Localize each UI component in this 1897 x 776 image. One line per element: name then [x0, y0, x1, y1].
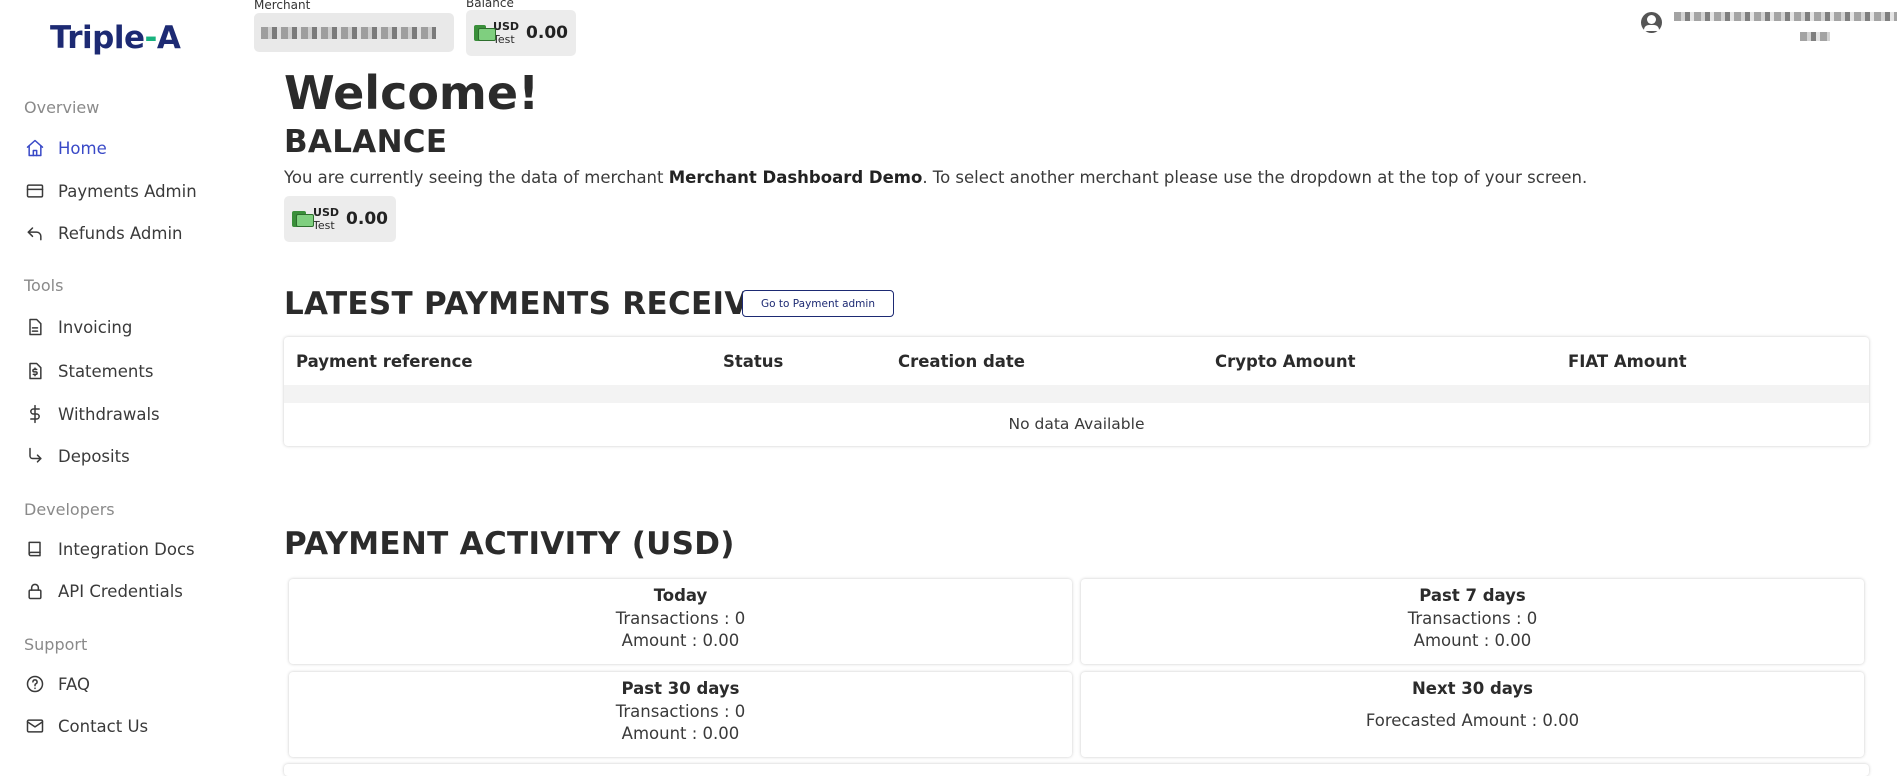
sidebar-item-withdrawals[interactable]: Withdrawals	[24, 403, 160, 425]
stat-card-past-30-days: Past 30 days Transactions : 0 Amount : 0…	[289, 672, 1072, 757]
sidebar: Triple-A Overview Home Payments Admin Re…	[0, 0, 255, 772]
balance-card: USD Test 0.00	[284, 196, 396, 242]
banknote-icon	[474, 25, 497, 41]
balance-label: Balance	[466, 0, 514, 10]
sidebar-item-refunds-admin[interactable]: Refunds Admin	[24, 222, 183, 244]
sidebar-item-label: Statements	[58, 361, 154, 381]
dollar-document-icon	[24, 360, 46, 382]
stat-amount: Amount : 0.00	[621, 724, 740, 743]
stat-card-today: Today Transactions : 0 Amount : 0.00	[289, 579, 1072, 664]
document-icon	[24, 316, 46, 338]
column-header-status[interactable]: Status	[723, 352, 783, 371]
payments-table: Payment reference Status Creation date C…	[284, 337, 1869, 446]
sidebar-item-label: Withdrawals	[58, 404, 160, 424]
section-developers: Developers	[24, 500, 115, 519]
go-to-payment-admin-button[interactable]: Go to Payment admin	[742, 290, 894, 317]
stat-transactions: Transactions : 0	[615, 701, 746, 721]
sidebar-item-invoicing[interactable]: Invoicing	[24, 316, 132, 338]
home-icon	[24, 137, 46, 159]
sidebar-item-label: Deposits	[58, 446, 130, 466]
sidebar-item-label: Payments Admin	[58, 181, 197, 201]
arrow-down-right-icon	[24, 445, 46, 467]
latest-payments-heading: LATEST PAYMENTS RECEIVED	[284, 286, 797, 322]
balance-heading: BALANCE	[284, 124, 448, 160]
user-avatar-icon	[1641, 12, 1662, 33]
merchant-dropdown[interactable]	[254, 13, 454, 52]
help-circle-icon	[24, 673, 46, 695]
stat-title: Past 30 days	[621, 679, 740, 698]
sidebar-item-home[interactable]: Home	[24, 137, 107, 159]
sidebar-item-contact-us[interactable]: Contact Us	[24, 715, 148, 737]
user-role-redacted	[1800, 32, 1830, 41]
column-header-creation-date[interactable]: Creation date	[898, 352, 1025, 371]
stat-amount: Amount : 0.00	[1413, 631, 1532, 650]
sidebar-item-label: API Credentials	[58, 581, 183, 601]
balance-mode: Test	[313, 219, 335, 232]
sidebar-item-label: Home	[58, 138, 107, 158]
balance-currency: USD	[313, 206, 340, 219]
stat-transactions: Transactions : 0	[615, 608, 746, 628]
balance-amount: 0.00	[526, 23, 568, 43]
mail-icon	[24, 715, 46, 737]
user-menu[interactable]: g	[1641, 12, 1897, 42]
table-divider	[284, 385, 1869, 403]
stat-card-next-30-days: Next 30 days Forecasted Amount : 0.00	[1081, 672, 1864, 757]
sidebar-item-label: Invoicing	[58, 317, 133, 337]
credit-card-icon	[24, 180, 46, 202]
merchant-name: Merchant Dashboard Demo	[668, 168, 923, 187]
stat-transactions: Transactions : 0	[1407, 608, 1538, 628]
merchant-label: Merchant	[254, 0, 311, 12]
next-card-edge	[284, 764, 1869, 776]
sidebar-item-label: Integration Docs	[58, 539, 195, 559]
balance-mode: Test	[493, 33, 515, 46]
sidebar-item-label: Contact Us	[58, 716, 149, 736]
stat-title: Past 7 days	[1419, 586, 1526, 605]
balance-amount: 0.00	[346, 209, 388, 229]
stat-title: Today	[653, 586, 708, 605]
user-name-redacted	[1674, 12, 1897, 21]
balance-currency: USD	[493, 20, 520, 33]
sidebar-item-faq[interactable]: FAQ	[24, 673, 90, 695]
sidebar-item-label: FAQ	[58, 674, 90, 694]
column-header-payment-reference[interactable]: Payment reference	[296, 352, 473, 371]
column-header-crypto-amount[interactable]: Crypto Amount	[1215, 352, 1355, 371]
page-title: Welcome!	[284, 66, 540, 120]
empty-state-text: No data Available	[1008, 415, 1145, 433]
stat-title: Next 30 days	[1412, 679, 1533, 698]
section-support: Support	[24, 635, 88, 654]
merchant-info-text: You are currently seeing the data of mer…	[284, 168, 1588, 187]
column-header-fiat-amount[interactable]: FIAT Amount	[1568, 352, 1687, 371]
sidebar-item-label: Refunds Admin	[58, 223, 183, 243]
stat-amount: Amount : 0.00	[621, 631, 740, 650]
brand-logo[interactable]: Triple-A	[50, 20, 181, 56]
sidebar-item-integration-docs[interactable]: Integration Docs	[24, 538, 195, 560]
dollar-icon	[24, 403, 46, 425]
payment-activity-heading: PAYMENT ACTIVITY (USD)	[284, 526, 735, 562]
lock-icon	[24, 580, 46, 602]
reply-arrow-icon	[24, 222, 46, 244]
book-icon	[24, 538, 46, 560]
banknote-icon	[292, 211, 315, 227]
merchant-name-redacted	[261, 27, 436, 39]
sidebar-item-deposits[interactable]: Deposits	[24, 445, 130, 467]
section-tools: Tools	[24, 276, 64, 295]
sidebar-item-statements[interactable]: Statements	[24, 360, 153, 382]
stat-forecast: Forecasted Amount : 0.00	[1365, 710, 1580, 730]
stat-card-past-7-days: Past 7 days Transactions : 0 Amount : 0.…	[1081, 579, 1864, 664]
sidebar-item-payments-admin[interactable]: Payments Admin	[24, 180, 197, 202]
sidebar-item-api-credentials[interactable]: API Credentials	[24, 580, 183, 602]
topbar-balance-chip: USD Test 0.00	[466, 10, 576, 56]
section-overview: Overview	[24, 98, 100, 117]
